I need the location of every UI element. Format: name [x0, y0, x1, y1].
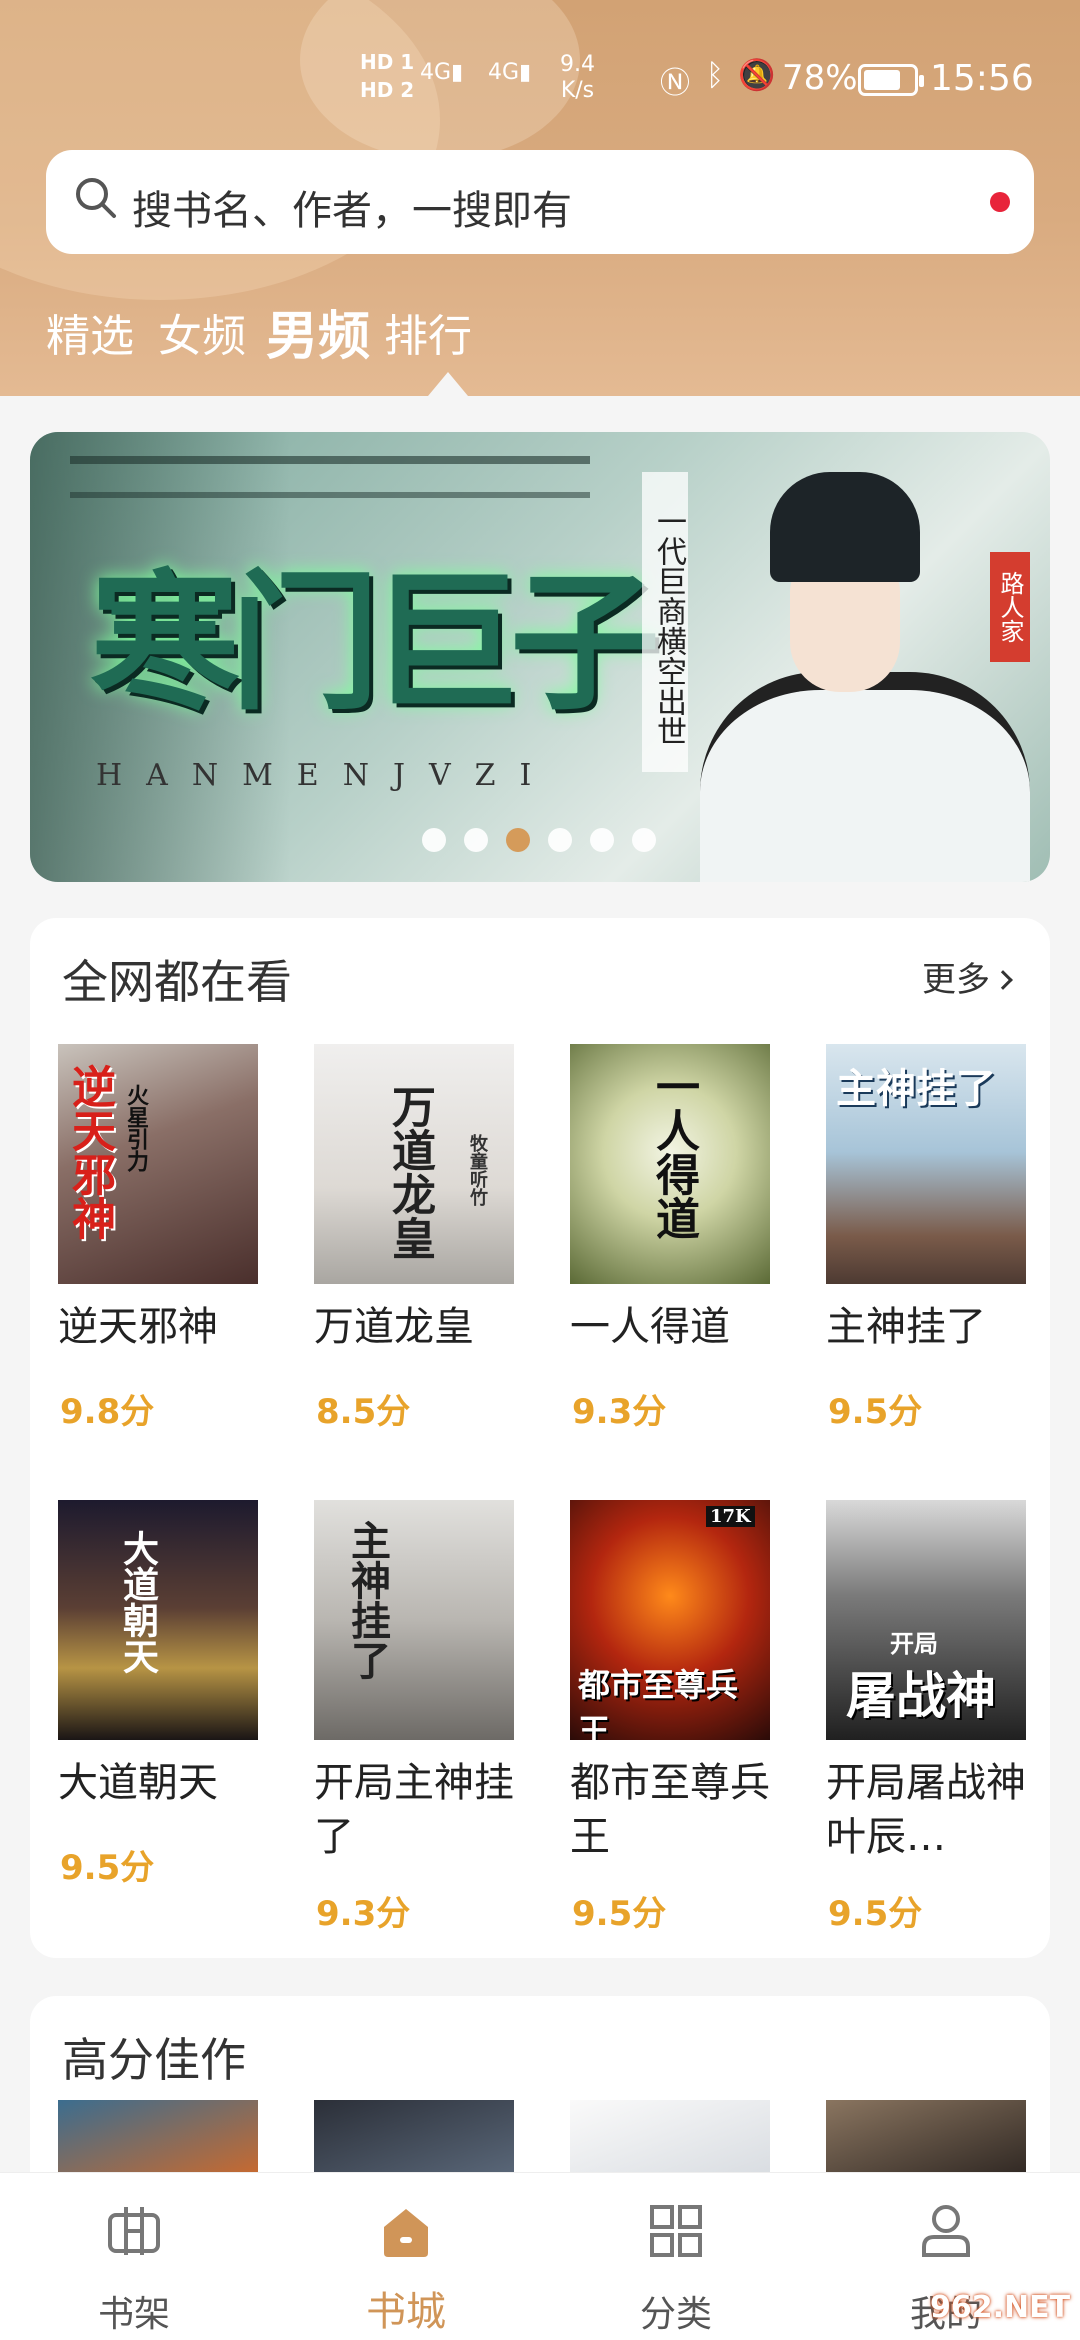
nav-category[interactable]: 分类 [576, 2173, 776, 2340]
cover-title: 屠战神 [846, 1666, 996, 1725]
banner-lattice [70, 492, 590, 498]
user-icon [922, 2205, 970, 2257]
grid-icon [650, 2205, 702, 2257]
cover-title: 逆天邪神 [64, 1064, 115, 1240]
more-label: 更多 [922, 960, 990, 1000]
banner-tagline: 一代巨商横空出世 [642, 472, 688, 772]
banner-lattice [70, 456, 590, 464]
cover-title: 主神挂了 [344, 1520, 391, 1680]
signal-icon: 4G▮ [420, 60, 464, 85]
tab-featured[interactable]: 精选 [46, 300, 134, 364]
signal1-label: 4G [420, 60, 452, 85]
book-cover: 逆天邪神 火星引力 [58, 1044, 258, 1284]
cover-title: 主神挂了 [836, 1065, 996, 1112]
cover-title: 都市至尊兵王 [578, 1666, 739, 1740]
status-bar: HD 1 HD 2 4G▮ 4G▮ 9.4 K/s Ⓝ ᛒ 🔕 78% 15:5… [0, 44, 1080, 114]
clock: 15:56 [930, 58, 1034, 99]
section-title: 高分佳作 [62, 2033, 246, 2087]
nav-label: 书城 [366, 2289, 446, 2335]
carousel-dot[interactable] [590, 828, 614, 852]
book-cover: 主神挂了 [826, 1044, 1026, 1284]
book-title: 大道朝天 [58, 1760, 218, 1806]
search-bar[interactable]: 搜书名、作者，一搜即有 [46, 150, 1034, 254]
cover-author: 牧童听竹 [467, 1134, 488, 1206]
cover-title: 大道朝天 [117, 1530, 159, 1674]
bookshelf-icon [108, 2207, 160, 2255]
banner-title: 寒门巨子 [90, 555, 660, 731]
banner-subtitle: HANMENJVZI [96, 758, 556, 793]
signal2-label: 4G [488, 60, 520, 85]
chevron-right-icon [993, 970, 1013, 990]
signal-icon: 4G▮ [488, 60, 532, 85]
book-cover: 17K 都市至尊兵王 [570, 1500, 770, 1740]
book-score: 9.3分 [572, 1392, 667, 1432]
book-cover: 万道龙皇 牧童听竹 [314, 1044, 514, 1284]
mute-icon: 🔕 [738, 58, 776, 93]
banner-character [690, 462, 1050, 882]
banner-seal: 路人家 [990, 552, 1030, 662]
book-title: 开局主神挂了 [314, 1760, 514, 1860]
book-score: 9.5分 [828, 1894, 923, 1934]
book-cover: 一人得道 [570, 1044, 770, 1284]
hd2-label: HD 2 [360, 78, 415, 102]
bottom-nav: 书架 书城 分类 我的 [0, 2172, 1080, 2340]
book-title: 逆天邪神 [58, 1304, 218, 1350]
hd1-label: HD 1 [360, 50, 415, 74]
carousel-dot[interactable] [422, 828, 446, 852]
book-score: 9.5分 [60, 1848, 155, 1888]
book-title: 主神挂了 [826, 1304, 986, 1350]
header: HD 1 HD 2 4G▮ 4G▮ 9.4 K/s Ⓝ ᛒ 🔕 78% 15:5… [0, 0, 1080, 396]
promo-banner[interactable]: 寒门巨子 HANMENJVZI 一代巨商横空出世 路人家 [30, 432, 1050, 882]
carousel-dot[interactable] [548, 828, 572, 852]
carousel-dot[interactable] [464, 828, 488, 852]
cover-title: 万道龙皇 [384, 1084, 435, 1260]
book-cover: 主神挂了 [314, 1500, 514, 1740]
active-tab-indicator [428, 372, 468, 396]
book-score: 8.5分 [316, 1392, 411, 1432]
book-title: 万道龙皇 [314, 1304, 474, 1350]
section-hot: 全网都在看 更多 逆天邪神 火星引力 逆天邪神 9.8分 万道龙皇 牧童听竹 万… [30, 918, 1050, 1958]
tab-female[interactable]: 女频 [158, 300, 246, 364]
carousel-dot-active[interactable] [506, 828, 530, 852]
bluetooth-icon: ᛒ [706, 58, 724, 93]
book-cover: 大道朝天 [58, 1500, 258, 1740]
tab-male[interactable]: 男频 [266, 294, 370, 369]
nav-bookshelf[interactable]: 书架 [34, 2173, 234, 2340]
cover-subtitle: 开局 [890, 1629, 938, 1658]
battery-percent: 78% [782, 58, 858, 98]
book-score: 9.5分 [828, 1392, 923, 1432]
character-robe [700, 672, 1030, 882]
book-cover: 开局 屠战神 [826, 1500, 1026, 1740]
network-speed: 9.4 K/s [560, 52, 595, 104]
category-tabs: 精选 女频 男频 排行 [0, 300, 1080, 367]
book-score: 9.8分 [60, 1392, 155, 1432]
carousel-dot[interactable] [632, 828, 656, 852]
cover-title: 一人得道 [648, 1064, 699, 1240]
nav-bookstore[interactable]: 书城 [306, 2173, 506, 2340]
book-title: 都市至尊兵王 [570, 1760, 770, 1860]
nav-label: 书架 [97, 2294, 170, 2335]
nfc-icon: Ⓝ [660, 66, 690, 101]
character-hat [770, 472, 920, 582]
watermark: 962.NET [930, 2290, 1071, 2325]
speed-unit: K/s [560, 78, 595, 103]
section-title: 全网都在看 [62, 955, 292, 1009]
book-score: 9.5分 [572, 1894, 667, 1934]
cover-author: 火星引力 [123, 1084, 149, 1172]
book-title: 一人得道 [570, 1304, 730, 1350]
hd-indicator: HD 1 HD 2 [360, 48, 414, 104]
book-title: 开局屠战神叶辰… [826, 1760, 1026, 1860]
nav-label: 分类 [639, 2294, 712, 2335]
search-icon [76, 178, 116, 218]
speed-value: 9.4 [560, 52, 595, 77]
home-icon [384, 2209, 428, 2257]
notification-dot [990, 192, 1010, 212]
more-link[interactable]: 更多 [922, 952, 1013, 1001]
cover-publisher: 17K [706, 1506, 755, 1527]
battery-icon [858, 64, 924, 96]
book-score: 9.3分 [316, 1894, 411, 1934]
tab-ranking[interactable]: 排行 [384, 300, 472, 364]
search-placeholder: 搜书名、作者，一搜即有 [132, 188, 572, 234]
